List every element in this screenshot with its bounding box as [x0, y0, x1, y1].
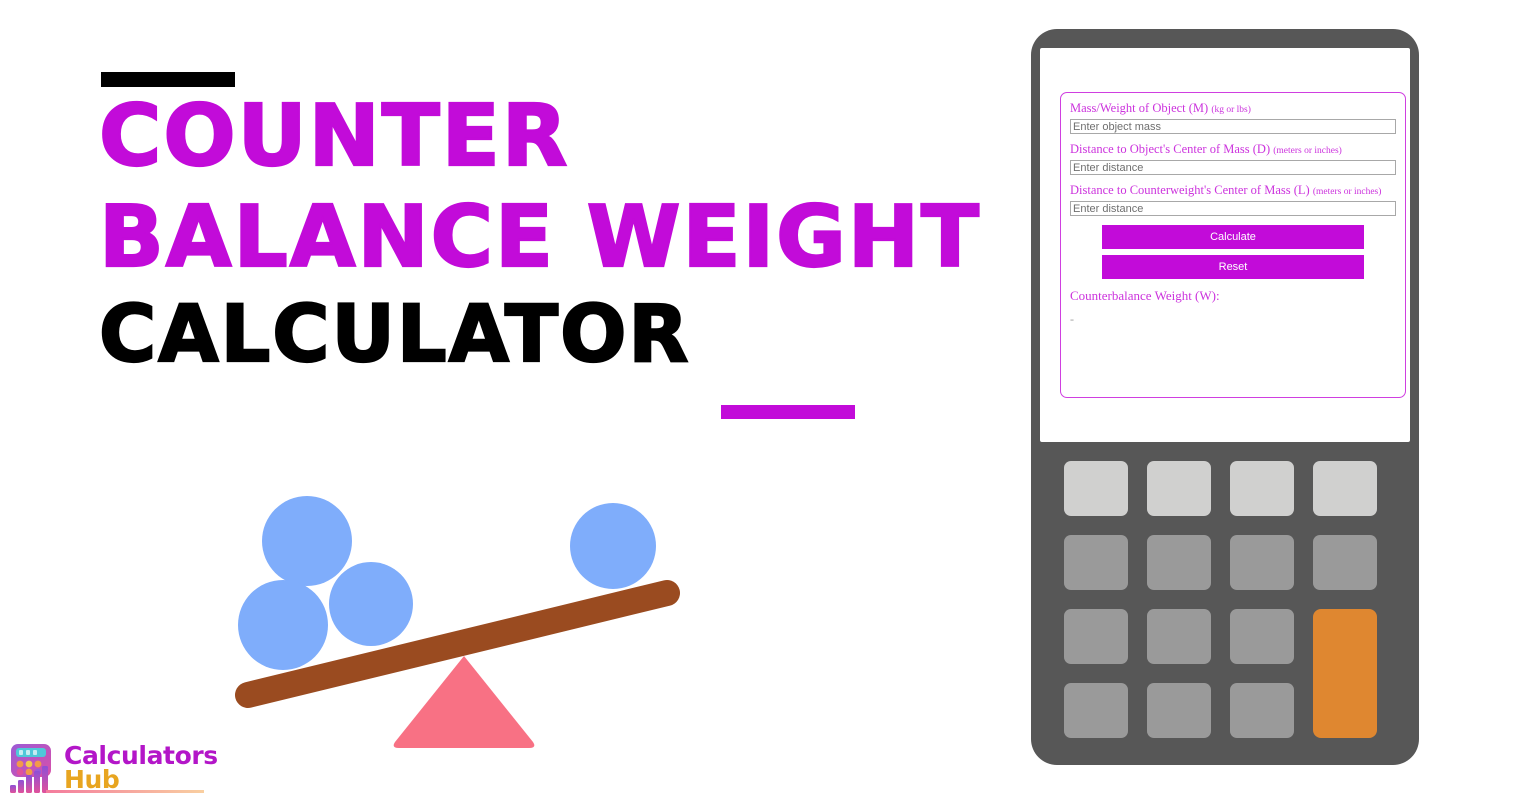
calculator-bar-chart-logo-icon [10, 744, 51, 793]
page-title-line-3: CALCULATOR [98, 290, 691, 381]
field-label-mass: Mass/Weight of Object (M) (kg or lbs) [1070, 102, 1396, 117]
keypad-key-equals-tall[interactable] [1313, 609, 1377, 738]
title-accent-bar-top [101, 72, 235, 87]
counterweight-ball [570, 503, 656, 589]
field-label-mass-main: Mass/Weight of Object (M) [1070, 101, 1209, 115]
keypad-key-r3c1[interactable] [1064, 609, 1128, 664]
keypad-key-r2c4[interactable] [1313, 535, 1377, 590]
result-label: Counterbalance Weight (W): [1070, 288, 1220, 303]
keypad-key-r2c3[interactable] [1230, 535, 1294, 590]
keypad-key-r2c2[interactable] [1147, 535, 1211, 590]
logo-word-hub: Hub [64, 765, 120, 794]
field-label-distance-d-unit: (meters or inches) [1273, 146, 1342, 156]
keypad-key-r3c2[interactable] [1147, 609, 1211, 664]
page-title-line-2: BALANCE WEIGHT [98, 188, 982, 288]
calculator-screen: Mass/Weight of Object (M) (kg or lbs) Di… [1040, 48, 1410, 442]
calculate-button[interactable]: Calculate [1102, 225, 1364, 249]
field-label-distance-l-unit: (meters or inches) [1312, 187, 1382, 197]
field-label-distance-d-main: Distance to Object's Center of Mass (D) [1070, 142, 1271, 156]
keypad-key-r1c2[interactable] [1147, 461, 1211, 516]
mass-input[interactable] [1070, 119, 1396, 134]
calculator-device: Mass/Weight of Object (M) (kg or lbs) Di… [1031, 29, 1419, 765]
weight-ball-bottom-right [329, 562, 413, 646]
seesaw-fulcrum-shape [393, 656, 535, 748]
field-label-distance-d: Distance to Object's Center of Mass (D) … [1070, 143, 1396, 158]
field-label-distance-l-main: Distance to Counterweight's Center of Ma… [1070, 183, 1310, 197]
weight-ball-top-left [262, 496, 352, 586]
seesaw-balance-illustration [235, 496, 680, 748]
page-title-line-1: COUNTER [98, 87, 570, 186]
hero-panel: COUNTER BALANCE WEIGHT CALCULATOR Calcul… [0, 0, 1000, 800]
calculators-hub-logo[interactable]: Calculators Hub [6, 738, 218, 798]
counterbalance-weight-form: Mass/Weight of Object (M) (kg or lbs) Di… [1060, 92, 1406, 398]
keypad-key-r4c1[interactable] [1064, 683, 1128, 738]
title-accent-bar-bottom [721, 405, 855, 419]
distance-l-input[interactable] [1070, 201, 1396, 216]
weight-ball-bottom-left [238, 580, 328, 670]
field-label-mass-unit: (kg or lbs) [1211, 105, 1251, 115]
keypad-key-r1c3[interactable] [1230, 461, 1294, 516]
keypad-key-r4c2[interactable] [1147, 683, 1211, 738]
keypad-key-r4c3[interactable] [1230, 683, 1294, 738]
reset-button[interactable]: Reset [1102, 255, 1364, 279]
keypad-key-r3c3[interactable] [1230, 609, 1294, 664]
logo-wordmark: Calculators Hub [64, 743, 218, 794]
calculator-keypad [1064, 461, 1384, 761]
page-title: COUNTER BALANCE WEIGHT CALCULATOR [98, 72, 982, 381]
distance-d-input[interactable] [1070, 160, 1396, 175]
keypad-key-r2c1[interactable] [1064, 535, 1128, 590]
keypad-key-r1c4[interactable] [1313, 461, 1377, 516]
keypad-key-r1c1[interactable] [1064, 461, 1128, 516]
field-label-distance-l: Distance to Counterweight's Center of Ma… [1070, 184, 1396, 199]
result-value: - [1070, 312, 1074, 326]
logo-underline-accent [46, 790, 204, 793]
